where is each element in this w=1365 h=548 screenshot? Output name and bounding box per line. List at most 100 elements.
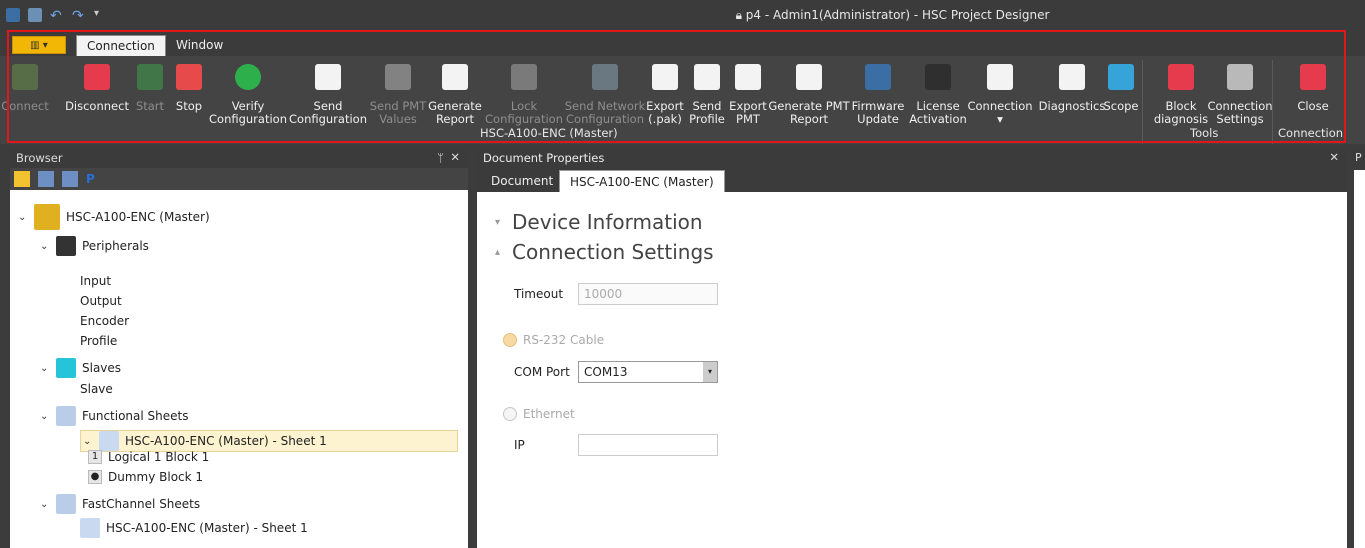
ribbon-button-label: Generate Report: [428, 99, 482, 126]
ribbon-group-label: Tools: [1190, 126, 1219, 140]
tree-node[interactable]: ● Dummy Block 1: [88, 470, 203, 484]
close-red-icon: [1296, 60, 1330, 94]
tree-node-label: FastChannel Sheets: [82, 497, 201, 511]
tree-node-label: HSC-A100-ENC (Master) - Sheet 1: [125, 434, 327, 448]
send-document-icon-shape: [315, 64, 341, 90]
expand-tree-icon[interactable]: [14, 171, 30, 187]
key-icon-shape: [925, 64, 951, 90]
ribbon-tab-bar: ▥ ▾ Connection Window: [0, 32, 1365, 56]
device-icon: [34, 204, 60, 230]
sheets-icon: [56, 494, 76, 514]
tab-document[interactable]: Document: [481, 170, 563, 192]
close-icon[interactable]: ✕: [1329, 150, 1339, 164]
scope-icon-shape: [1108, 64, 1134, 90]
ribbon-button-generate-report[interactable]: Generate Report: [426, 58, 484, 126]
chevron-down-icon[interactable]: ⌄: [83, 436, 93, 447]
title-bar: ↶ ↷ ▾ 🔒︎ p4 - Admin1(Administrator) - HS…: [0, 0, 1365, 32]
tab-device[interactable]: HSC-A100-ENC (Master): [559, 170, 725, 192]
ribbon-button-label: License Activation: [909, 99, 967, 126]
timeout-input[interactable]: 10000: [578, 283, 718, 305]
tree-node[interactable]: ⌄ HSC-A100-ENC (Master) - Sheet 1: [80, 430, 458, 452]
network-icon: [588, 60, 622, 94]
diagnostics-icon: [1055, 60, 1089, 94]
tree-node-label: Output: [80, 294, 122, 308]
ribbon-button-firmware-update[interactable]: Firmware Update: [849, 58, 907, 126]
ip-label: IP: [514, 438, 525, 452]
ribbon-button-label: Generate PMT Report: [768, 99, 850, 126]
chip-icon-shape: [865, 64, 891, 90]
rs232-radio[interactable]: RS-232 Cable: [503, 333, 604, 347]
tree-node[interactable]: Input: [80, 274, 111, 288]
tab-window[interactable]: Window: [166, 35, 233, 56]
pin-icon[interactable]: ᛘ: [437, 151, 444, 165]
tree-node[interactable]: ⌄ Functional Sheets: [40, 406, 189, 426]
right-panel-title: P: [1355, 151, 1362, 164]
ribbon-button-block-diagnosis[interactable]: Block diagnosis: [1152, 58, 1210, 126]
application-menu-button[interactable]: ▥ ▾: [12, 36, 66, 54]
tree-node[interactable]: ⌄ Peripherals: [40, 236, 149, 256]
section-device-information[interactable]: ▾ Device Information: [495, 210, 703, 234]
tree-node[interactable]: HSC-A100-ENC (Master) - Sheet 1: [80, 518, 308, 538]
barcode-icon-shape: [652, 64, 678, 90]
chevron-down-icon[interactable]: ⌄: [40, 241, 50, 252]
ribbon-button-label: Send Configuration: [289, 99, 367, 126]
remove-node-icon[interactable]: [62, 171, 78, 187]
send-pmt-icon: [381, 60, 415, 94]
chevron-down-icon[interactable]: ▾: [703, 362, 717, 382]
ip-input[interactable]: [578, 434, 718, 456]
wrench-icon: [1223, 60, 1257, 94]
tab-connection[interactable]: Connection: [76, 35, 166, 56]
page-icon-shape: [987, 64, 1013, 90]
ribbon-button-label: Export PMT: [729, 99, 767, 126]
ribbon-button-connection[interactable]: Connection ▾: [967, 58, 1033, 126]
tree-node[interactable]: ⌄ Slaves: [40, 358, 121, 378]
send-profile-icon-shape: [694, 64, 720, 90]
ribbon-button-disconnect[interactable]: Disconnect: [65, 58, 129, 113]
ribbon-button-label: Block diagnosis: [1153, 99, 1209, 126]
ribbon-button-label: Send PMT Values: [369, 99, 427, 126]
tree-node[interactable]: Slave: [80, 382, 113, 396]
ribbon-button-connection-settings[interactable]: Connection Settings: [1207, 58, 1273, 126]
tree-node[interactable]: Encoder: [80, 314, 129, 328]
browser-title: Browser: [16, 151, 63, 165]
tree-node[interactable]: Profile: [80, 334, 117, 348]
ribbon-button-send-network-configuration: Send Network Configuration: [565, 58, 645, 126]
barcode-icon: [648, 60, 682, 94]
sheets-icon: [56, 406, 76, 426]
ribbon-group-label: HSC-A100-ENC (Master): [480, 126, 618, 140]
ribbon-separator: [1272, 60, 1273, 144]
ribbon-button-label: Connection Settings: [1207, 99, 1273, 126]
collapse-icon: ▴: [495, 246, 501, 258]
chevron-down-icon[interactable]: ⌄: [18, 212, 28, 223]
ribbon-button-verify-configuration[interactable]: Verify Configuration: [209, 58, 287, 126]
send-pmt-icon-shape: [385, 64, 411, 90]
right-collapsed-panel: P: [1351, 148, 1365, 548]
ribbon-button-lock-configuration: Lock Configuration: [485, 58, 563, 126]
close-icon[interactable]: ✕: [450, 150, 460, 164]
ethernet-radio[interactable]: Ethernet: [503, 407, 575, 421]
com-port-label: COM Port: [514, 365, 570, 379]
tree-node[interactable]: Output: [80, 294, 122, 308]
ribbon-button-close[interactable]: Close: [1284, 58, 1342, 113]
properties-icon[interactable]: P: [86, 172, 95, 186]
com-port-select[interactable]: COM13 ▾: [578, 361, 718, 383]
chevron-down-icon[interactable]: ⌄: [40, 363, 50, 374]
sheet-icon: [80, 518, 100, 538]
tree-node[interactable]: ⌄ FastChannel Sheets: [40, 494, 200, 514]
ribbon-button-label: Connect: [1, 99, 49, 113]
pmt-report-icon: [792, 60, 826, 94]
ribbon-button-license-activation[interactable]: License Activation: [909, 58, 967, 126]
browser-panel: Browser ᛘ ✕ P ⌄ HSC-A100-ENC (Master) ⌄ Per…: [10, 148, 468, 548]
tree-node[interactable]: ⌄ HSC-A100-ENC (Master): [18, 204, 210, 230]
collapse-tree-icon[interactable]: [38, 171, 54, 187]
ribbon-button-generate-pmt-report[interactable]: Generate PMT Report: [768, 58, 850, 126]
stop-icon-shape: [176, 64, 202, 90]
ribbon-button-label: Lock Configuration: [485, 99, 563, 126]
wrench-icon-shape: [1227, 64, 1253, 90]
section-connection-settings[interactable]: ▴ Connection Settings: [495, 240, 714, 264]
ribbon-button-send-configuration[interactable]: Send Configuration: [289, 58, 367, 126]
chevron-down-icon[interactable]: ⌄: [40, 499, 50, 510]
chevron-down-icon[interactable]: ⌄: [40, 411, 50, 422]
tree-node[interactable]: 1 Logical 1 Block 1: [88, 450, 209, 464]
plug-disconnect-icon: [80, 60, 114, 94]
